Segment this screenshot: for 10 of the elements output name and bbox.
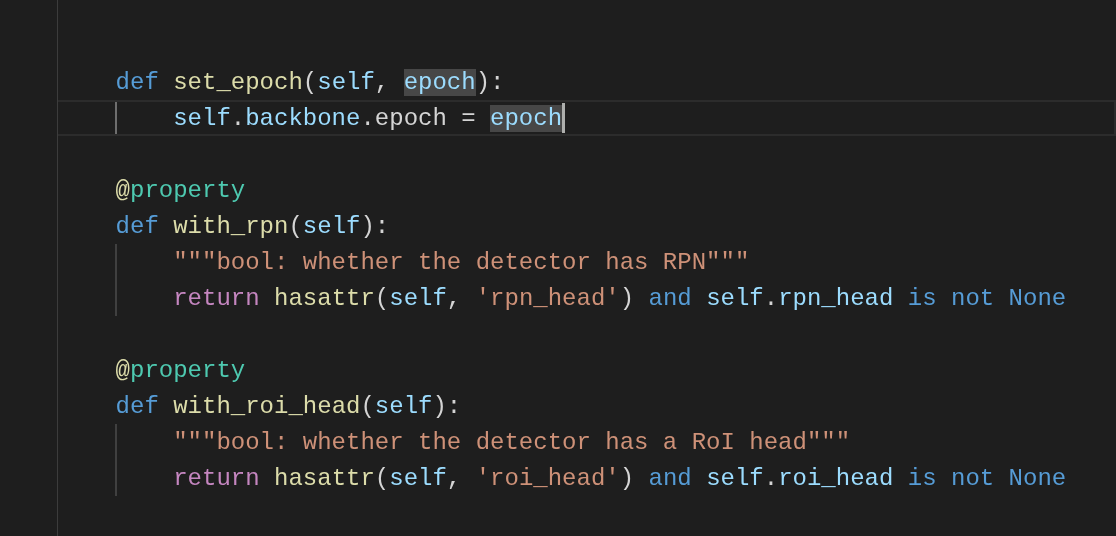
code-line: def set_epoch(self, epoch):: [115, 68, 505, 96]
code-line: @property: [115, 356, 246, 384]
code-line: return hasattr(self, 'roi_head') and self.roi_head is not None: [173, 464, 1067, 492]
code-line: """bool: whether the detector has a RoI head""": [173, 428, 851, 456]
code-line: def with_rpn(self):: [115, 212, 390, 240]
code-line: self.backbone.epoch = epoch: [173, 104, 563, 132]
code-line: def with_roi_head(self):: [115, 392, 462, 420]
code-line: @property: [115, 176, 246, 204]
code-line: """bool: whether the detector has RPN""": [173, 248, 750, 276]
code-line: return hasattr(self, 'rpn_head') and self.rpn_head is not None: [173, 284, 1067, 312]
